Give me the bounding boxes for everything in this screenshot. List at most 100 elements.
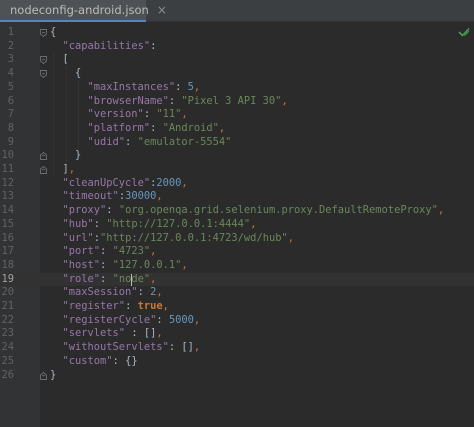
code-line[interactable]: 19 "role": "node", [0,272,474,287]
code-line[interactable]: 8 "platform": "Android", [0,122,474,136]
code-line[interactable]: 25 "custom": {} [0,355,474,369]
indent-guide [65,67,67,163]
code-token: "host" [62,258,101,271]
code-line[interactable]: 2 "capabilities": [0,40,474,54]
code-text: "custom": {} [63,355,138,369]
code-token: , [156,190,163,203]
code-editor[interactable]: 1{2 "capabilities": 3[4{5 "maxInstances": 5… [0,22,474,427]
code-text: "udid": "emulator-5554" [88,136,232,150]
code-line[interactable]: 4{ [0,67,474,81]
code-line[interactable]: 20 "maxSession": 2, [0,286,474,300]
code-line[interactable]: 12 "cleanUpCycle":2000, [0,177,474,191]
fold-expand-icon[interactable] [40,29,47,37]
close-icon[interactable]: × [157,3,167,17]
code-line[interactable]: 17 "port": "4723", [0,245,474,259]
line-number: 18 [1,258,14,271]
code-token: , [193,313,201,326]
code-line[interactable]: 14 "proxy": "org.openqa.grid.selenium.pro… [0,204,474,218]
code-line[interactable]: 24 "withoutServlets": [], [0,341,474,355]
code-token: , [437,204,445,217]
code-token: "registerCycle" [62,313,157,326]
code-line[interactable]: 10} [0,149,474,163]
line-number: 9 [7,135,14,148]
tab-label: nodeconfig-android.json [10,3,149,17]
line-number: 4 [7,67,14,80]
code-text: "port": "4723", [63,245,157,259]
code-text: "url":"http://127.0.0.1:4723/wd/hub", [63,232,294,246]
code-line[interactable]: 13 "timeout":30000, [0,190,474,204]
code-text: "timeout":30000, [63,190,163,204]
code-line[interactable]: 16 "url":"http://127.0.0.1:4723/wd/hub", [0,232,474,246]
code-token: "capabilities" [62,39,151,52]
line-number: 20 [1,286,14,299]
code-token: , [193,80,201,93]
code-token: : [125,300,138,312]
code-text: { [50,26,56,40]
code-line[interactable]: 5 "maxInstances": 5, [0,81,474,95]
code-line[interactable]: 3[ [0,53,474,67]
fold-expand-icon[interactable] [40,56,47,65]
code-token: 2000 [156,176,182,189]
code-token: "url" [62,231,94,244]
code-line[interactable]: 23 "servlets" : [], [0,327,474,341]
code-token: : [93,217,107,230]
code-text: "maxInstances": 5, [88,81,201,95]
code-token: : [150,121,163,134]
code-token: "maxInstances" [87,80,176,93]
code-line[interactable]: 21 "register": true, [0,300,474,314]
code-token: "withoutServlets" [62,341,169,354]
code-text: "cleanUpCycle":2000, [63,177,188,191]
line-number: 10 [1,149,14,162]
line-number: 25 [1,354,14,367]
code-token: "Android" [162,121,219,134]
code-line[interactable]: 7 "version": "11", [0,108,474,122]
code-text: "browserName": "Pixel 3 API 30", [88,95,288,109]
code-token: "127.0.0.1" [112,258,182,271]
fold-expand-icon[interactable] [40,70,47,79]
code-token: "port" [62,245,101,258]
indent-guide [78,80,79,150]
code-line[interactable]: 26} [0,369,474,383]
code-token: : [100,272,113,285]
code-text: "maxSession": 2, [63,286,163,300]
fold-collapse-icon[interactable] [40,152,47,161]
line-number: 13 [1,190,14,203]
code-text: "register": true, [63,300,169,314]
code-token: : [137,286,151,299]
code-text: "capabilities": [63,40,157,54]
code-line[interactable]: 18 "host": "127.0.0.1", [0,259,474,273]
code-line[interactable]: 1{ [0,26,474,40]
code-token: { [50,26,57,38]
code-text: "servlets" : [], [63,327,163,341]
code-line[interactable]: 11], [0,163,474,177]
code-text: "registerCycle": 5000, [63,314,201,328]
code-token: , [150,272,157,285]
code-token: , [193,341,201,354]
code-token: "11" [156,108,182,121]
code-token: "role" [62,272,101,285]
code-token: , [156,327,163,340]
checkmark-icon [458,27,470,37]
code-token: : [156,313,169,326]
line-number: 19 [1,272,14,285]
code-token: "timeout" [62,190,119,203]
line-number: 15 [1,217,14,230]
code-token: "udid" [87,135,126,148]
line-number: 1 [7,26,14,38]
code-line[interactable]: 15 "hub": "http://127.0.0.1:4444", [0,218,474,232]
fold-collapse-icon[interactable] [40,166,47,174]
line-number: 2 [7,39,14,52]
code-token: "cleanUpCycle" [62,176,151,189]
code-token: "http://127.0.0.1:4723/wd/hub" [100,231,288,244]
tab-nodeconfig-android[interactable]: nodeconfig-android.json × [0,0,167,22]
code-line[interactable]: 9 "udid": "emulator-5554" [0,136,474,150]
line-number: 23 [1,327,14,340]
code-token: "http://127.0.0.1:4444" [106,217,251,230]
code-text: } [75,149,81,163]
line-number: 14 [1,204,14,217]
code-token: : [168,341,182,354]
fold-collapse-icon[interactable] [40,371,47,380]
code-line[interactable]: 22 "registerCycle": 5000, [0,314,474,328]
code-line[interactable]: 6 "browserName": "Pixel 3 API 30", [0,95,474,109]
code-token: "register" [62,300,126,312]
